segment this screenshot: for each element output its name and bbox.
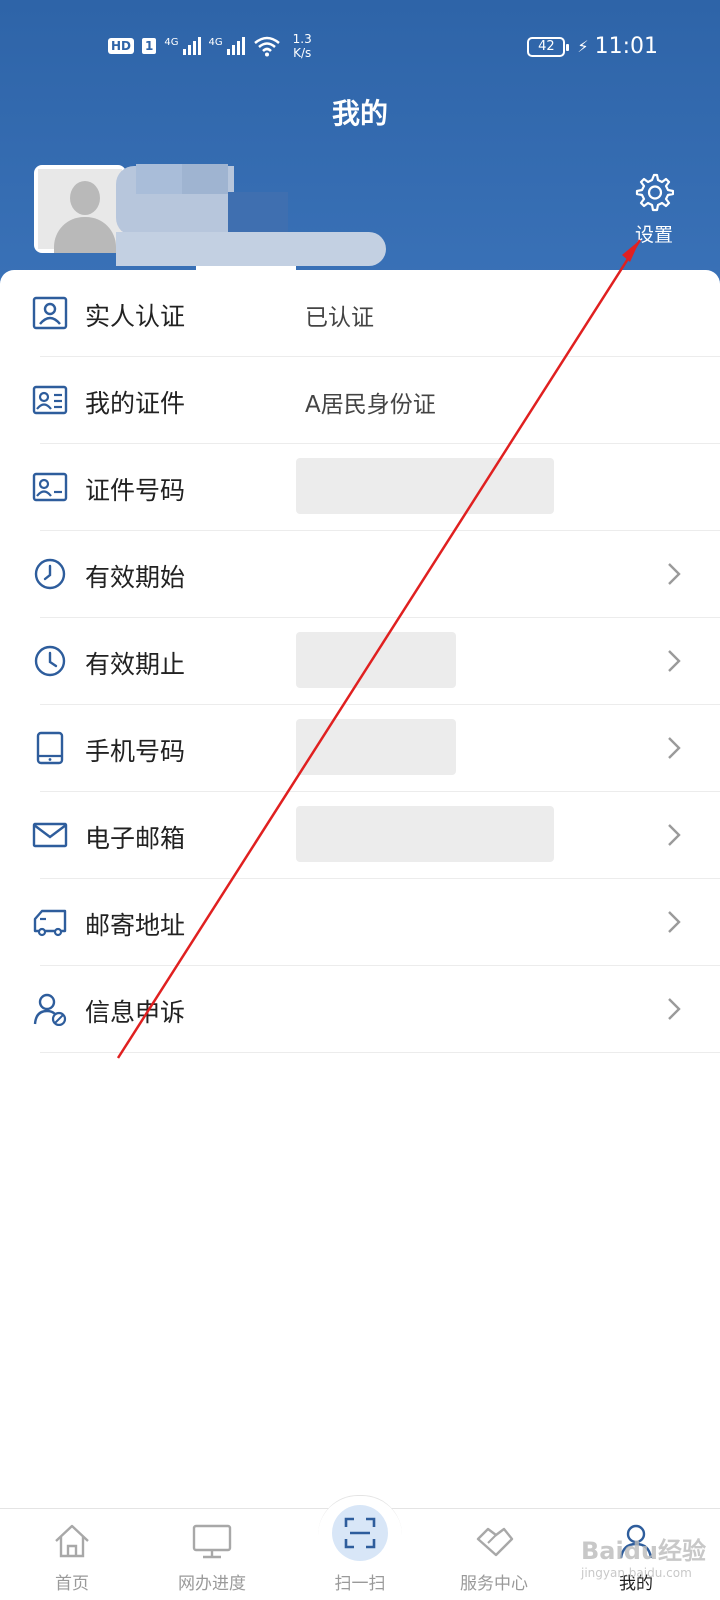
settings-label: 设置 [634, 224, 673, 246]
chevron-right-icon [668, 650, 681, 672]
redacted-value [296, 632, 456, 688]
item-label: 手机号码 [85, 737, 186, 766]
item-label: 实人认证 [85, 302, 186, 331]
person-card-icon [32, 296, 68, 330]
charging-icon: ⚡ [577, 37, 589, 56]
user-appeal-icon [33, 993, 67, 1026]
header: HD 1 4G 4G 1.3 K/s 42 ⚡ 11:01 我的 设置 [0, 0, 720, 300]
watermark-sub: jingyan.baidu.com [581, 1566, 692, 1580]
clock-icon [34, 558, 66, 590]
item-label: 有效期止 [85, 650, 186, 679]
scan-icon [344, 1517, 376, 1549]
clock: 11:01 [594, 34, 658, 59]
item-value: A居民身份证 [305, 392, 436, 418]
chevron-right-icon [668, 911, 681, 933]
handshake-icon [476, 1527, 514, 1557]
item-value: 已认证 [305, 305, 374, 331]
gear-icon [635, 173, 675, 212]
item-label: 证件号码 [85, 476, 186, 505]
network-speed: 1.3 K/s [293, 32, 312, 60]
wifi-icon [253, 36, 280, 57]
home-icon [55, 1524, 89, 1558]
phone-icon [36, 731, 64, 765]
chevron-right-icon [668, 563, 681, 585]
status-bar: HD 1 4G 4G 1.3 K/s 42 ⚡ 11:01 [0, 26, 720, 66]
nav-progress[interactable]: 网办进度 [152, 1509, 272, 1600]
truck-icon [33, 909, 67, 937]
list-item-real-person-auth[interactable]: 实人认证 已认证 [0, 270, 720, 357]
speed-unit: K/s [293, 46, 312, 60]
settings-button[interactable]: 设置 [624, 172, 684, 247]
bottom-nav: 首页 网办进度 扫一扫 服务中心 我的 Baidu经验 jingyan.baid… [0, 1495, 720, 1600]
item-label: 我的证件 [85, 389, 186, 418]
nav-home[interactable]: 首页 [12, 1509, 132, 1600]
nav-service-center[interactable]: 服务中心 [434, 1509, 554, 1600]
redacted-value [296, 458, 554, 514]
speed-value: 1.3 [292, 32, 312, 46]
avatar[interactable] [34, 165, 126, 253]
network-type-1: 4G [164, 37, 179, 48]
list-item-valid-from[interactable]: 有效期始 [0, 531, 720, 618]
mail-icon [32, 822, 68, 848]
chevron-right-icon [668, 824, 681, 846]
watermark-text: Baidu经验 [581, 1537, 706, 1565]
id-number-icon [32, 472, 68, 502]
nav-label: 扫一扫 [334, 1574, 386, 1594]
item-label: 电子邮箱 [85, 824, 186, 853]
watermark: Baidu经验 jingyan.baidu.com [581, 1531, 706, 1580]
sim-badge: 1 [142, 38, 157, 54]
signal-icon: 4G [164, 37, 201, 55]
nav-label: 网办进度 [178, 1574, 246, 1594]
nav-label: 服务中心 [460, 1574, 528, 1594]
id-card-icon [32, 385, 68, 415]
signal-icon: 4G [209, 37, 245, 55]
item-label: 有效期始 [85, 563, 186, 592]
list-item-info-appeal[interactable]: 信息申诉 [0, 966, 720, 1053]
page-title: 我的 [331, 97, 388, 130]
list-item-id-number[interactable]: 证件号码 [0, 444, 720, 531]
profile-list: 实人认证 已认证 我的证件 A居民身份证 证件号码 有效期始 有效期止 手机号码… [0, 270, 720, 1500]
hd-badge: HD [108, 38, 135, 54]
clock-icon [34, 645, 66, 677]
list-item-valid-until[interactable]: 有效期止 [0, 618, 720, 705]
nav-label: 首页 [55, 1574, 89, 1594]
monitor-icon [192, 1524, 232, 1559]
list-item-mailing-address[interactable]: 邮寄地址 [0, 879, 720, 966]
battery-icon: 42 [527, 36, 570, 57]
network-type-2: 4G [208, 37, 223, 48]
chevron-right-icon [668, 998, 681, 1020]
redacted-value [296, 719, 456, 775]
item-label: 信息申诉 [85, 998, 186, 1027]
chevron-right-icon [668, 737, 681, 759]
item-label: 邮寄地址 [85, 911, 186, 940]
nav-scan[interactable]: 扫一扫 [300, 1505, 420, 1600]
redacted-value [296, 806, 554, 862]
list-item-my-certificate[interactable]: 我的证件 A居民身份证 [0, 357, 720, 444]
list-item-phone[interactable]: 手机号码 [0, 705, 720, 792]
list-item-email[interactable]: 电子邮箱 [0, 792, 720, 879]
